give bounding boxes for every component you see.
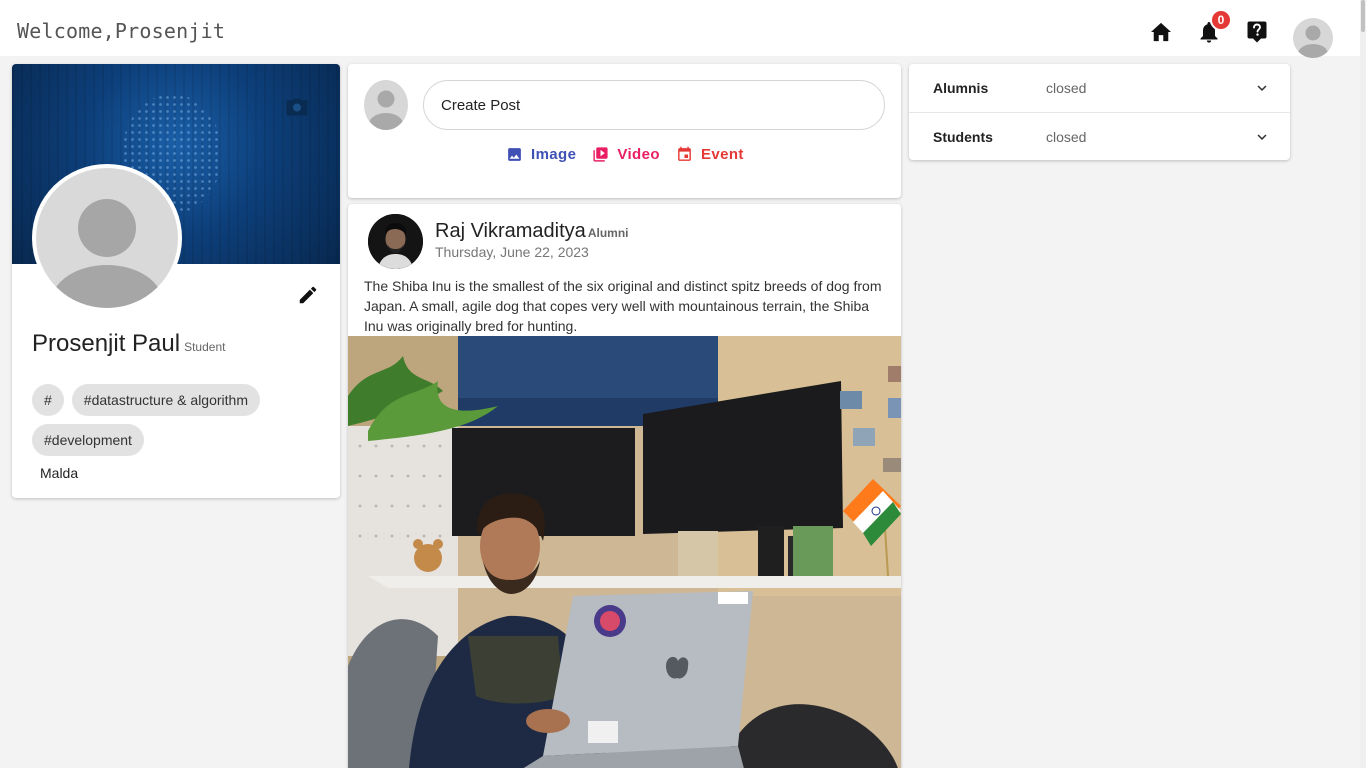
accordion-students[interactable]: Students closed	[909, 112, 1290, 160]
image-button-label: Image	[531, 146, 577, 163]
top-app-bar: Welcome,Prosenjit 0	[0, 0, 1360, 58]
chevron-down-icon[interactable]	[1253, 79, 1271, 97]
profile-avatar[interactable]	[32, 164, 182, 312]
notification-count-badge: 0	[1210, 9, 1232, 31]
page-scrollbar[interactable]	[1360, 0, 1366, 768]
image-icon	[508, 148, 521, 161]
image-button[interactable]: Image	[506, 146, 576, 163]
video-icon	[593, 147, 608, 162]
profile-role: Student	[184, 340, 226, 354]
connections-accordion: Alumnis closed Students closed	[909, 64, 1290, 160]
tag-chip[interactable]: #datastructure & algorithm	[71, 384, 260, 416]
accordion-status: closed	[1046, 80, 1087, 96]
event-icon	[678, 146, 691, 161]
profile-tags: # #datastructure & algorithm #developmen…	[32, 384, 332, 456]
account-avatar[interactable]	[1293, 18, 1333, 58]
accordion-title: Students	[933, 128, 993, 145]
video-button-label: Video	[617, 146, 660, 163]
edit-profile-icon[interactable]	[297, 284, 319, 306]
post-date: Thursday, June 22, 2023	[435, 244, 589, 260]
post-author-role: Alumni	[587, 226, 629, 240]
tag-chip[interactable]: #development	[32, 424, 144, 456]
home-icon[interactable]	[1149, 20, 1173, 44]
camera-icon[interactable]	[286, 98, 308, 116]
post-type-actions: Image Video Event	[506, 146, 744, 163]
profile-name-text: Prosenjit Paul	[32, 330, 181, 357]
accordion-status: closed	[1046, 128, 1087, 145]
feed-post: Raj Vikramaditya Alumni Thursday, June 22…	[348, 204, 901, 768]
event-button[interactable]: Event	[676, 146, 744, 163]
scrollbar-thumb[interactable]	[1361, 0, 1365, 32]
accordion-title: Alumnis	[933, 80, 989, 96]
create-post-input[interactable]: Create Post	[423, 80, 885, 130]
post-author: Raj Vikramaditya Alumni	[435, 220, 628, 243]
profile-location: Malda	[40, 465, 79, 481]
profile-card: Prosenjit Paul Student # #datastructure &…	[12, 64, 340, 498]
create-post-card: Create Post Image Video Event	[348, 64, 901, 198]
post-author-avatar[interactable]	[368, 214, 423, 269]
post-body-text: The Shiba Inu is the smallest of the six…	[364, 278, 882, 334]
post-photo[interactable]	[348, 336, 901, 768]
video-button[interactable]: Video	[592, 146, 660, 163]
welcome-text: Welcome,Prosenjit	[17, 19, 226, 43]
post-author-name[interactable]: Raj Vikramaditya	[435, 220, 586, 242]
chevron-down-icon[interactable]	[1253, 128, 1271, 146]
create-post-avatar	[364, 80, 408, 130]
help-icon[interactable]	[1245, 20, 1269, 44]
profile-name: Prosenjit Paul Student	[32, 330, 225, 358]
event-button-label: Event	[700, 146, 744, 163]
accordion-alumnis[interactable]: Alumnis closed	[909, 64, 1290, 112]
tag-chip[interactable]: #	[32, 384, 64, 416]
